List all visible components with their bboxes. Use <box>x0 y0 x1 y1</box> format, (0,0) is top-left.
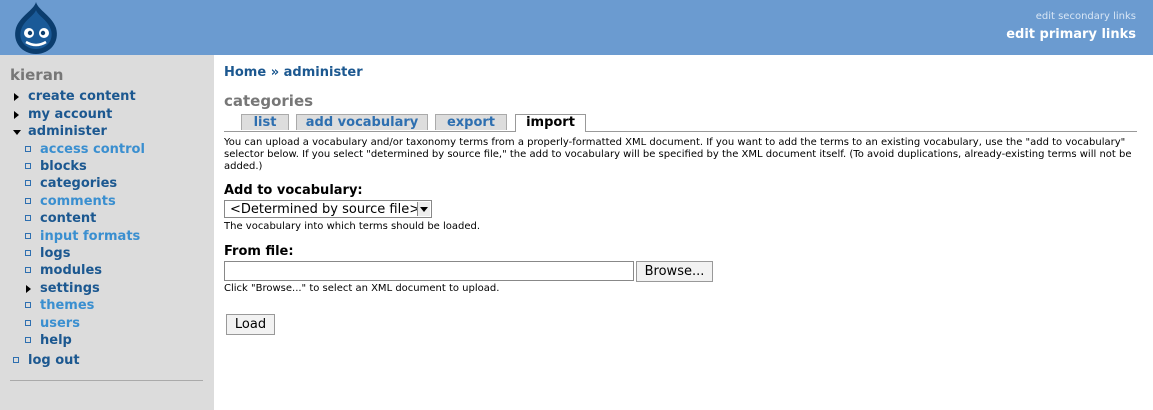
tab-export[interactable]: export <box>435 114 507 130</box>
leaf-bullet-icon <box>25 233 31 239</box>
vocabulary-label: Add to vocabulary: <box>224 183 363 198</box>
leaf-bullet-icon <box>13 357 19 363</box>
sidebar-item-help[interactable]: help <box>25 333 72 349</box>
drupal-drop-icon[interactable] <box>8 0 64 56</box>
page-title: categories <box>224 92 314 110</box>
breadcrumb: Home » administer <box>224 65 363 80</box>
vocabulary-select-value: <Determined by source file> <box>230 202 421 217</box>
breadcrumb-administer[interactable]: administer <box>284 65 363 80</box>
collapsed-arrow-icon <box>14 93 19 101</box>
sidebar-divider <box>10 380 203 381</box>
sidebar-item-users[interactable]: users <box>25 316 80 332</box>
sidebar-item-comments[interactable]: comments <box>25 194 116 210</box>
site-header: edit secondary links edit primary links <box>0 0 1153 55</box>
sidebar-item-create-content[interactable]: create content <box>14 89 136 105</box>
sidebar-item-blocks[interactable]: blocks <box>25 159 87 175</box>
sidebar-item-themes[interactable]: themes <box>25 298 94 314</box>
vocabulary-hint: The vocabulary into which terms should b… <box>224 221 481 232</box>
leaf-bullet-icon <box>25 163 31 169</box>
tab-import[interactable]: import <box>515 114 586 132</box>
sidebar-item-my-account[interactable]: my account <box>14 107 112 123</box>
chevron-down-icon <box>417 202 430 216</box>
sidebar: kieran create content my account adminis… <box>0 55 214 410</box>
edit-primary-links[interactable]: edit primary links <box>1006 27 1136 42</box>
sidebar-item-input-formats[interactable]: input formats <box>25 229 140 245</box>
sidebar-item-access-control[interactable]: access control <box>25 142 145 158</box>
collapsed-arrow-icon <box>14 111 19 119</box>
file-path-input[interactable] <box>224 261 634 281</box>
leaf-bullet-icon <box>25 146 31 152</box>
leaf-bullet-icon <box>25 198 31 204</box>
edit-secondary-links[interactable]: edit secondary links <box>1036 11 1136 22</box>
sidebar-item-log-out[interactable]: log out <box>13 353 80 369</box>
tab-add-vocabulary[interactable]: add vocabulary <box>296 114 428 130</box>
sidebar-item-modules[interactable]: modules <box>25 263 102 279</box>
file-hint: Click "Browse..." to select an XML docum… <box>224 283 500 294</box>
load-button[interactable]: Load <box>226 314 275 335</box>
leaf-bullet-icon <box>25 302 31 308</box>
file-label: From file: <box>224 244 294 259</box>
collapsed-arrow-icon <box>26 285 31 293</box>
breadcrumb-home[interactable]: Home <box>224 65 266 80</box>
leaf-bullet-icon <box>25 180 31 186</box>
browse-button[interactable]: Browse... <box>636 261 713 282</box>
sidebar-item-categories[interactable]: categories <box>25 176 117 192</box>
tab-bar: list add vocabulary export import <box>224 114 1137 132</box>
tab-list[interactable]: list <box>241 114 289 130</box>
sidebar-username: kieran <box>10 66 64 84</box>
page-description: You can upload a vocabulary and/or taxon… <box>224 137 1132 172</box>
sidebar-item-settings[interactable]: settings <box>26 281 100 297</box>
breadcrumb-separator: » <box>270 65 280 80</box>
expanded-arrow-icon <box>13 130 21 135</box>
leaf-bullet-icon <box>25 250 31 256</box>
sidebar-item-content[interactable]: content <box>25 211 96 227</box>
leaf-bullet-icon <box>25 215 31 221</box>
sidebar-item-administer[interactable]: administer <box>13 124 107 140</box>
leaf-bullet-icon <box>25 337 31 343</box>
leaf-bullet-icon <box>25 267 31 273</box>
sidebar-item-logs[interactable]: logs <box>25 246 70 262</box>
leaf-bullet-icon <box>25 320 31 326</box>
vocabulary-select[interactable]: <Determined by source file> <box>224 200 432 218</box>
